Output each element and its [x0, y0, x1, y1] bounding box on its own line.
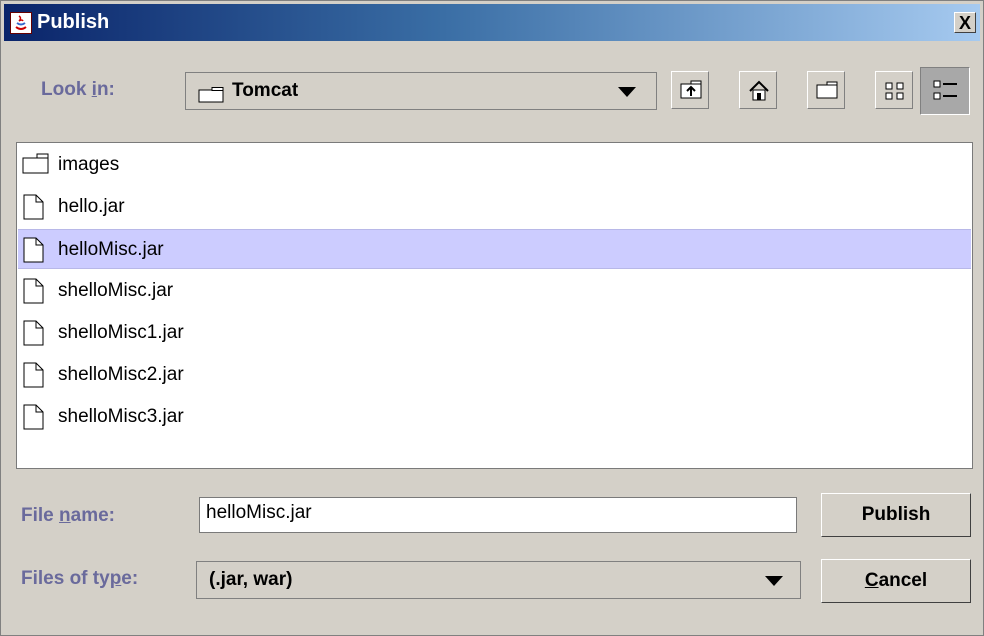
- up-one-level-button[interactable]: [671, 71, 709, 109]
- details-view-button[interactable]: [920, 67, 970, 115]
- list-item-selected[interactable]: helloMisc.jar: [18, 229, 971, 269]
- look-in-value: Tomcat: [232, 80, 299, 101]
- file-name-input[interactable]: [200, 498, 792, 528]
- home-icon: [749, 80, 769, 101]
- list-item[interactable]: shelloMisc1.jar: [18, 313, 971, 353]
- list-item[interactable]: shelloMisc.jar: [18, 271, 971, 311]
- list-view-icon: [885, 82, 904, 100]
- chevron-down-icon[interactable]: [618, 87, 636, 97]
- file-name: images: [58, 154, 120, 175]
- window-title: Publish: [37, 11, 110, 33]
- file-icon: [23, 404, 44, 430]
- file-icon: [23, 362, 44, 388]
- list-item-folder[interactable]: images: [18, 145, 971, 185]
- file-icon: [23, 237, 44, 263]
- details-view-icon: [933, 80, 957, 100]
- file-name: shelloMisc.jar: [58, 280, 174, 301]
- list-view-button[interactable]: [875, 71, 913, 109]
- title-bar[interactable]: Publish X: [4, 4, 980, 41]
- home-button[interactable]: [739, 71, 777, 109]
- cancel-button[interactable]: Cancel: [821, 559, 971, 603]
- file-icon: [23, 320, 44, 346]
- chevron-down-icon[interactable]: [765, 576, 783, 586]
- close-icon: X: [958, 13, 971, 33]
- up-one-level-icon: [680, 80, 702, 99]
- file-name: hello.jar: [58, 196, 125, 217]
- file-name-label: File name:: [21, 505, 115, 526]
- publish-dialog: Publish X Look in: Tomcat images hello.j…: [0, 0, 984, 636]
- folder-icon: [198, 87, 224, 103]
- file-name: shelloMisc3.jar: [58, 406, 184, 427]
- look-in-label: Look in:: [41, 79, 115, 100]
- file-name: shelloMisc1.jar: [58, 322, 184, 343]
- java-app-icon: [10, 12, 32, 34]
- list-item[interactable]: hello.jar: [18, 187, 971, 227]
- list-item[interactable]: shelloMisc2.jar: [18, 355, 971, 395]
- file-list[interactable]: images hello.jar helloMisc.jar shelloMis…: [16, 142, 973, 469]
- file-name: shelloMisc2.jar: [58, 364, 184, 385]
- file-name-field[interactable]: [199, 497, 797, 533]
- folder-icon: [22, 153, 49, 174]
- publish-button[interactable]: Publish: [821, 493, 971, 537]
- files-of-type-value: (.jar, war): [209, 569, 293, 590]
- new-folder-icon: [816, 81, 838, 99]
- file-icon: [23, 278, 44, 304]
- close-button[interactable]: X: [954, 12, 976, 33]
- files-of-type-combo[interactable]: (.jar, war): [196, 561, 801, 599]
- file-name: helloMisc.jar: [58, 239, 164, 260]
- list-item[interactable]: shelloMisc3.jar: [18, 397, 971, 437]
- files-of-type-label: Files of type:: [21, 568, 139, 589]
- file-icon: [23, 194, 44, 220]
- look-in-combo[interactable]: Tomcat: [185, 72, 657, 110]
- new-folder-button[interactable]: [807, 71, 845, 109]
